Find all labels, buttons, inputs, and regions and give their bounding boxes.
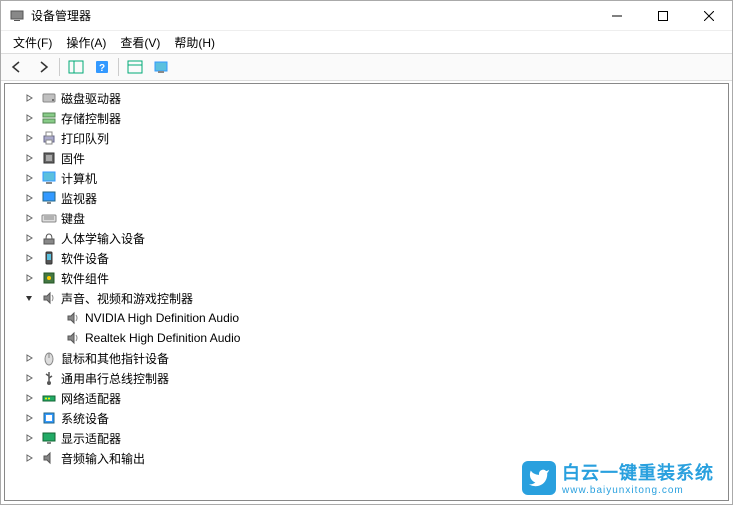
disk-icon (41, 90, 57, 106)
tree-item-label: Realtek High Definition Audio (85, 331, 240, 345)
tree-item[interactable]: 人体学输入设备 (5, 228, 728, 248)
help-button[interactable]: ? (90, 56, 114, 78)
menubar: 文件(F) 操作(A) 查看(V) 帮助(H) (1, 31, 732, 53)
chevron-icon[interactable] (23, 412, 35, 424)
tree-item[interactable]: 通用串行总线控制器 (5, 368, 728, 388)
minimize-button[interactable] (594, 1, 640, 31)
toolbar-separator (118, 58, 119, 76)
tree-item-label: 通用串行总线控制器 (61, 370, 169, 387)
mouse-icon (41, 350, 57, 366)
menu-file[interactable]: 文件(F) (7, 32, 58, 53)
tree-item-label: 鼠标和其他指针设备 (61, 350, 169, 367)
tree-item-label: 计算机 (61, 170, 97, 187)
tree-item[interactable]: 存储控制器 (5, 108, 728, 128)
tree-item[interactable]: 显示适配器 (5, 428, 728, 448)
tree-item-label: 显示适配器 (61, 430, 121, 447)
chevron-icon[interactable] (23, 132, 35, 144)
tree-item-label: 固件 (61, 150, 85, 167)
forward-button[interactable] (31, 56, 55, 78)
tree-child-item[interactable]: NVIDIA High Definition Audio (5, 308, 728, 328)
chevron-icon[interactable] (23, 212, 35, 224)
tree-item-label: NVIDIA High Definition Audio (85, 311, 239, 325)
chevron-icon[interactable] (23, 232, 35, 244)
tree-item[interactable]: 固件 (5, 148, 728, 168)
chevron-icon[interactable] (23, 272, 35, 284)
tree-item-label: 软件组件 (61, 270, 109, 287)
monitor-icon (41, 190, 57, 206)
maximize-button[interactable] (640, 1, 686, 31)
svg-text:?: ? (99, 63, 105, 74)
show-hide-tree-button[interactable] (64, 56, 88, 78)
chevron-icon[interactable] (23, 192, 35, 204)
sound-icon (65, 310, 81, 326)
app-icon (9, 8, 25, 24)
tree-item[interactable]: 网络适配器 (5, 388, 728, 408)
chevron-icon[interactable] (23, 252, 35, 264)
tree-item[interactable]: 音频输入和输出 (5, 448, 728, 468)
hid-icon (41, 230, 57, 246)
tree-item[interactable]: 软件设备 (5, 248, 728, 268)
tree-item-label: 存储控制器 (61, 110, 121, 127)
toolbar: ? (1, 53, 732, 81)
tree-item[interactable]: 软件组件 (5, 268, 728, 288)
tree-item[interactable]: 键盘 (5, 208, 728, 228)
tree-item-label: 打印队列 (61, 130, 109, 147)
menu-action[interactable]: 操作(A) (60, 32, 112, 53)
chevron-icon[interactable] (23, 292, 35, 304)
back-button[interactable] (5, 56, 29, 78)
titlebar: 设备管理器 (1, 1, 732, 31)
usb-icon (41, 370, 57, 386)
printer-icon (41, 130, 57, 146)
audio-io-icon (41, 450, 57, 466)
tree-item[interactable]: 监视器 (5, 188, 728, 208)
tree-item-label: 声音、视频和游戏控制器 (61, 290, 193, 307)
network-icon (41, 390, 57, 406)
window-title: 设备管理器 (31, 7, 594, 24)
menu-help[interactable]: 帮助(H) (168, 32, 221, 53)
storage-icon (41, 110, 57, 126)
tree-item[interactable]: 声音、视频和游戏控制器 (5, 288, 728, 308)
tree-item-label: 软件设备 (61, 250, 109, 267)
tree-item[interactable]: 磁盘驱动器 (5, 88, 728, 108)
firmware-icon (41, 150, 57, 166)
display-icon (41, 430, 57, 446)
device-tree: 磁盘驱动器存储控制器打印队列固件计算机监视器键盘人体学输入设备软件设备软件组件声… (5, 84, 728, 472)
chevron-icon[interactable] (23, 352, 35, 364)
tree-container[interactable]: 磁盘驱动器存储控制器打印队列固件计算机监视器键盘人体学输入设备软件设备软件组件声… (4, 83, 729, 501)
tree-item-label: 监视器 (61, 190, 97, 207)
tree-item-label: 键盘 (61, 210, 85, 227)
tree-item-label: 网络适配器 (61, 390, 121, 407)
tree-item-label: 磁盘驱动器 (61, 90, 121, 107)
tree-item-label: 系统设备 (61, 410, 109, 427)
tree-item[interactable]: 鼠标和其他指针设备 (5, 348, 728, 368)
toolbar-separator (59, 58, 60, 76)
software-icon (41, 250, 57, 266)
chevron-icon[interactable] (23, 112, 35, 124)
tree-item[interactable]: 计算机 (5, 168, 728, 188)
tree-item[interactable]: 系统设备 (5, 408, 728, 428)
tree-item-label: 音频输入和输出 (61, 450, 145, 467)
window-controls (594, 1, 732, 31)
system-icon (41, 410, 57, 426)
chevron-icon[interactable] (23, 452, 35, 464)
computer-icon (41, 170, 57, 186)
chevron-icon[interactable] (23, 392, 35, 404)
properties-button[interactable] (149, 56, 173, 78)
sound-icon (41, 290, 57, 306)
chevron-icon[interactable] (23, 432, 35, 444)
component-icon (41, 270, 57, 286)
chevron-icon[interactable] (23, 152, 35, 164)
scan-button[interactable] (123, 56, 147, 78)
chevron-icon[interactable] (23, 372, 35, 384)
sound-icon (65, 330, 81, 346)
tree-item-label: 人体学输入设备 (61, 230, 145, 247)
tree-child-item[interactable]: Realtek High Definition Audio (5, 328, 728, 348)
chevron-icon[interactable] (23, 92, 35, 104)
keyboard-icon (41, 210, 57, 226)
close-button[interactable] (686, 1, 732, 31)
menu-view[interactable]: 查看(V) (114, 32, 166, 53)
tree-item[interactable]: 打印队列 (5, 128, 728, 148)
chevron-icon[interactable] (23, 172, 35, 184)
